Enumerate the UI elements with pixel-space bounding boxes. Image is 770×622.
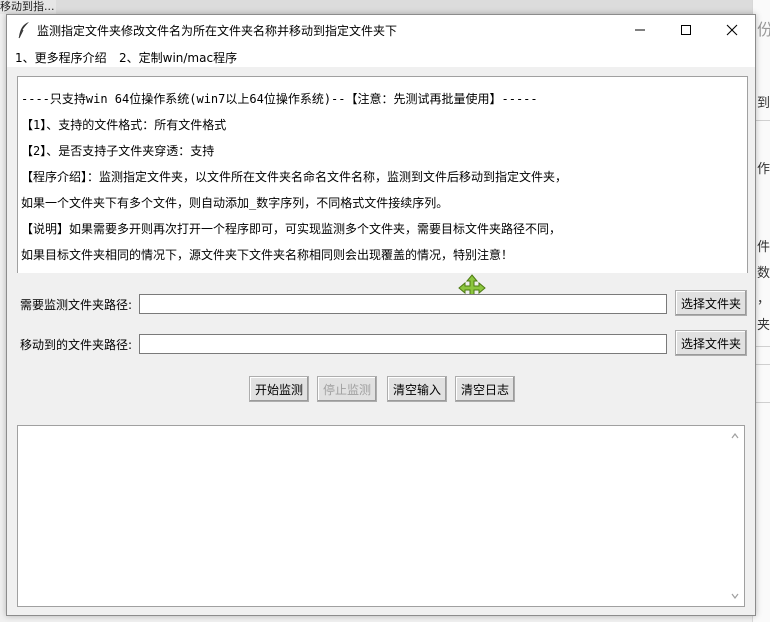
target-folder-input[interactable] [139,334,667,354]
browse-watch-folder-button[interactable]: 选择文件夹 [675,290,747,316]
close-button[interactable] [709,15,755,45]
maximize-button[interactable] [663,15,709,45]
log-scrollbar[interactable] [727,426,744,606]
info-line: 如果一个文件夹下有多个文件，则自动添加_数字序列，不同格式文件接续序列。 [21,196,449,210]
minimize-icon [635,29,645,31]
target-folder-label: 移动到的文件夹路径: [20,338,133,352]
browse-target-folder-button[interactable]: 选择文件夹 [675,330,747,356]
bg-fragment: 件 [757,240,770,255]
watch-folder-input[interactable] [139,294,667,314]
bg-fragment: 份 [757,20,770,39]
clear-input-button[interactable]: 清空输入 [387,376,447,402]
bg-fragment: 到 [757,96,770,111]
close-icon [726,24,738,36]
start-monitor-button[interactable]: 开始监测 [249,376,309,402]
app-window: 监测指定文件夹修改文件名为所在文件夹名称并移动到指定文件夹下 1、更多程序介绍 … [6,14,756,616]
scroll-down-icon[interactable] [731,592,739,600]
info-line: 【说明】如果需要多开则再次打开一个程序即可，可实现监测多个文件夹，需要目标文件夹… [21,222,562,236]
info-line: 【1】、支持的文件格式：所有文件格式 [21,118,227,132]
stop-monitor-button[interactable]: 停止监测 [317,376,377,402]
log-text-area[interactable] [17,425,745,607]
bg-fragment: 数 [757,266,770,281]
info-text-area[interactable]: ----只支持win 64位操作系统(win7以上64位操作系统)--【注意：先… [17,76,748,273]
minimize-button[interactable] [617,15,663,45]
window-title: 监测指定文件夹修改文件名为所在文件夹名称并移动到指定文件夹下 [37,24,398,38]
title-bar[interactable]: 监测指定文件夹修改文件名为所在文件夹名称并移动到指定文件夹下 [7,15,755,45]
bg-fragment: ， [757,292,770,307]
scroll-up-icon[interactable] [731,432,739,440]
background-tab[interactable]: 移动到指... [0,0,56,14]
clear-log-button[interactable]: 清空日志 [455,376,515,402]
background-window-strip [0,0,770,14]
feather-icon [18,22,29,39]
info-line: ----只支持win 64位操作系统(win7以上64位操作系统)--【注意：先… [21,92,538,106]
menu-more-programs[interactable]: 1、更多程序介绍 [15,49,107,66]
maximize-icon [681,25,691,35]
menu-custom-program[interactable]: 2、定制win/mac程序 [119,49,237,66]
watch-folder-label: 需要监测文件夹路径: [20,298,133,312]
info-line: 【2】、是否支持子文件夹穿透：支持 [21,144,215,158]
bg-fragment: 作 [757,162,770,177]
info-line: 【程序介绍】：监测指定文件夹，以文件所在文件夹名命名文件名称，监测到文件后移动到… [21,170,568,184]
bg-fragment: 夹 [757,318,770,333]
menu-bar: 1、更多程序介绍 2、定制win/mac程序 [7,45,755,67]
info-line: 如果目标文件夹相同的情况下，源文件夹下文件夹名称相同则会出现覆盖的情况，特别注意… [21,248,514,262]
